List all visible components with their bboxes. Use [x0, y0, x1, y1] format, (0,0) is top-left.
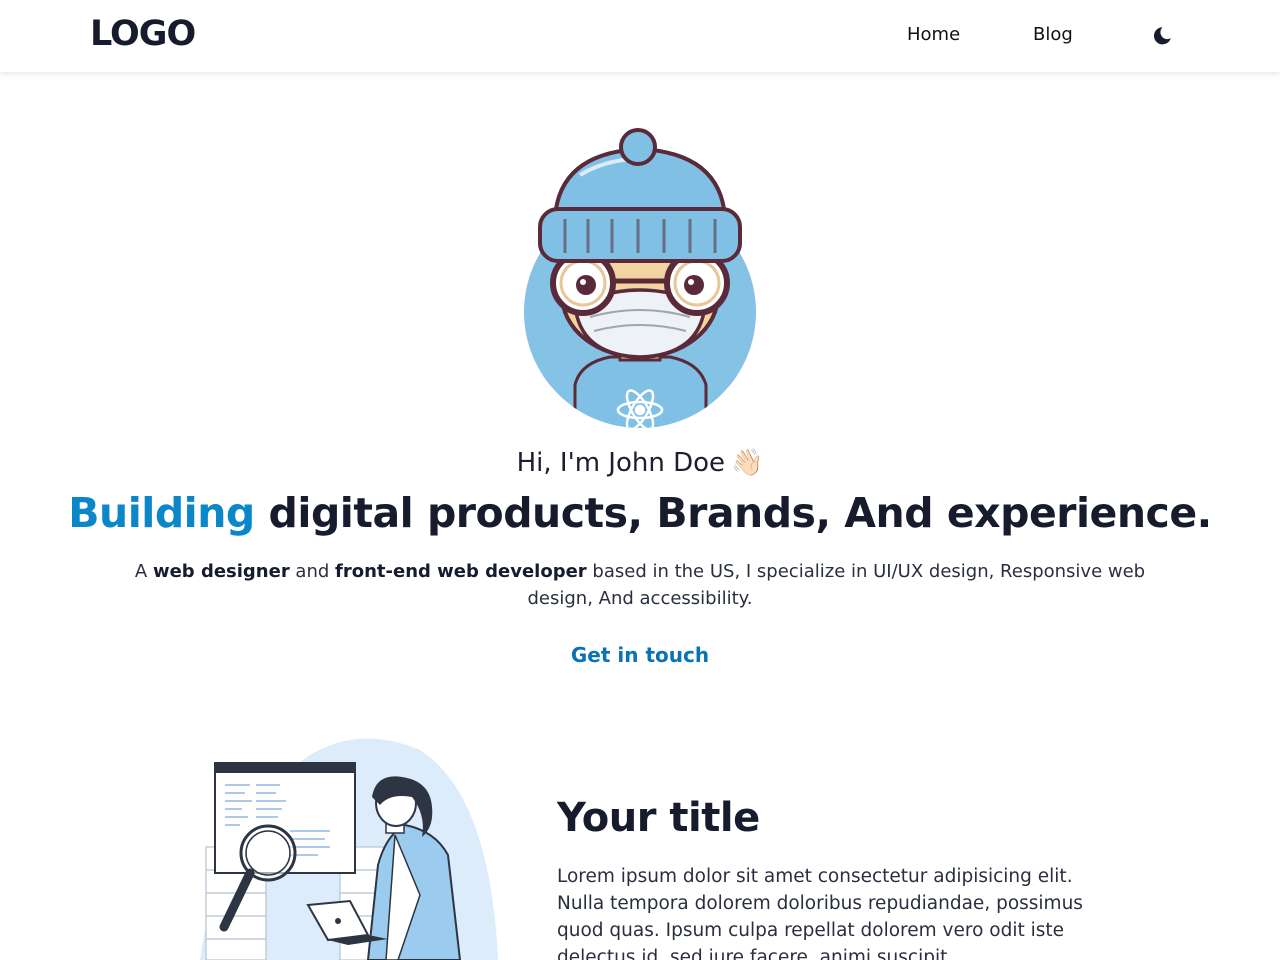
site-header: LOGO Home Blog — [0, 0, 1280, 72]
theme-toggle-button[interactable] — [1150, 24, 1174, 48]
logo[interactable]: LOGO — [90, 14, 196, 54]
moon-icon — [1153, 27, 1171, 45]
intro-role-developer: front-end web developer — [335, 561, 587, 582]
headline-accent: Building — [68, 489, 255, 537]
hero-intro: A web designer and front-end web develop… — [100, 558, 1180, 612]
intro-connector: and — [289, 561, 336, 582]
headline-rest: digital products, Brands, And experience… — [254, 489, 1213, 537]
hero-headline: Building digital products, Brands, And e… — [0, 489, 1280, 537]
developer-illustration — [190, 735, 510, 960]
intro-suffix: based in the US, I specialize in UI/UX d… — [527, 561, 1146, 609]
avatar — [520, 125, 760, 430]
nav-blog[interactable]: Blog — [1033, 24, 1073, 45]
get-in-touch-button[interactable]: Get in touch — [571, 643, 709, 667]
feature-body: Lorem ipsum dolor sit amet consectetur a… — [557, 866, 1083, 960]
feature-title: Your title — [557, 795, 760, 841]
nav-home[interactable]: Home — [907, 24, 960, 45]
cta-wrapper: Get in touch — [0, 643, 1280, 667]
greeting-text: Hi, I'm John Doe — [516, 448, 726, 478]
intro-prefix: A — [134, 561, 153, 582]
intro-role-designer: web designer — [152, 561, 290, 582]
wave-hand-icon: 👋🏻 — [731, 448, 764, 478]
greeting: Hi, I'm John Doe 👋🏻 — [0, 448, 1280, 478]
